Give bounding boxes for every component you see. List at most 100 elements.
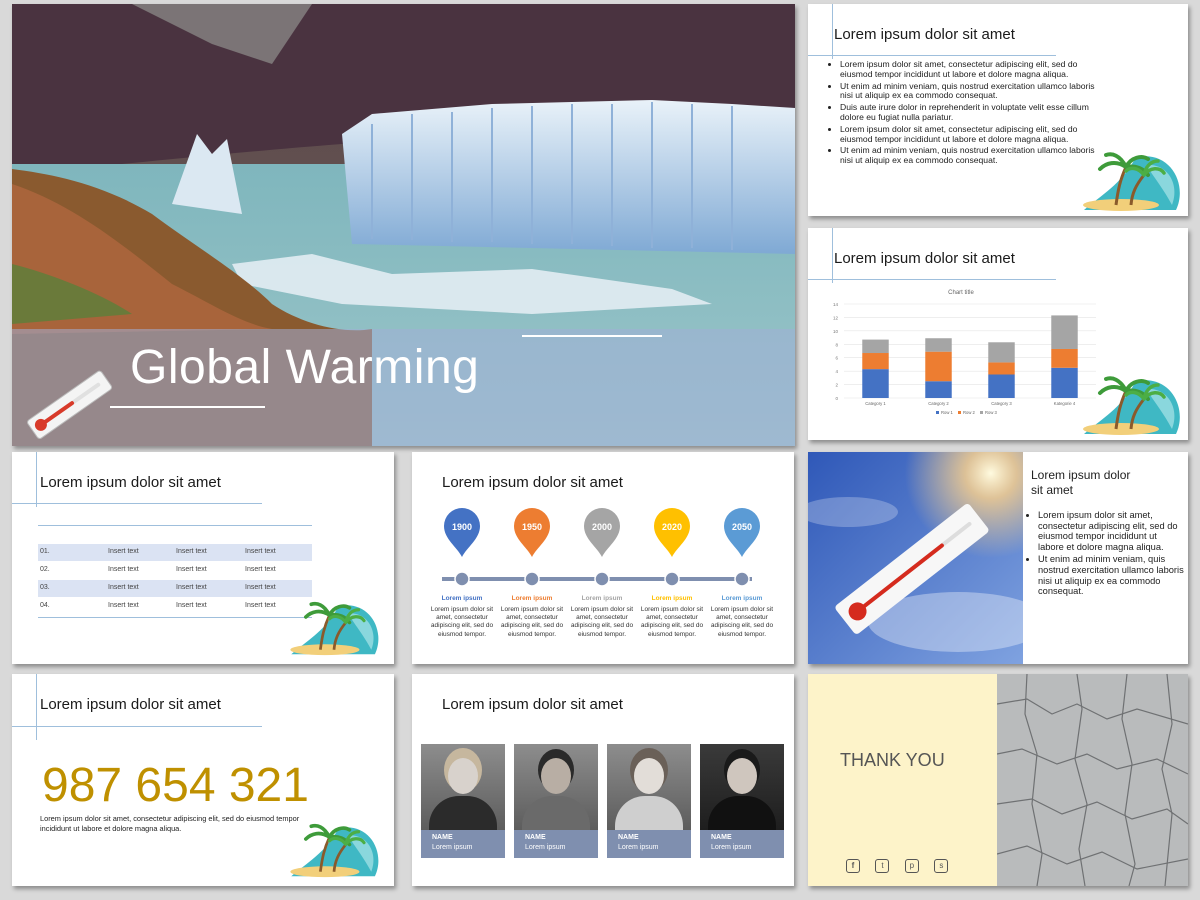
palm-island-icon	[1076, 369, 1186, 439]
legend-swatch	[936, 411, 939, 414]
member-role: Lorem ipsum	[525, 844, 566, 851]
slide-thermometer[interactable]: Lorem ipsum dolor sit amet Lorem ipsum d…	[808, 452, 1188, 664]
slide-heading: Lorem ipsum dolor sit amet	[442, 696, 623, 713]
table-bottom-rule	[38, 617, 312, 618]
bullet-item: Ut enim ad minim veniam, quis nostrud ex…	[1038, 554, 1184, 596]
skype-icon[interactable]: s	[934, 859, 949, 873]
row-number: 01.	[40, 548, 50, 555]
accent-line-vertical	[832, 4, 833, 59]
slide-title-global-warming[interactable]: Global Warming	[12, 4, 795, 446]
accent-line-horizontal	[808, 55, 1056, 56]
y-tick-label: 8	[835, 342, 838, 347]
social-icons: f t p s	[846, 855, 949, 873]
timeline-pin-1900: 1900	[444, 508, 480, 587]
cracked-earth-photo	[997, 674, 1188, 886]
table-cell: Insert text	[176, 566, 207, 573]
legend-label: Row 2	[963, 410, 976, 415]
slide-timeline[interactable]: Lorem ipsum dolor sit amet 1900 1950 200…	[412, 452, 794, 664]
palm-island-icon	[1076, 145, 1186, 215]
highlight-number: 987 654 321	[42, 759, 309, 812]
member-photo	[700, 744, 784, 830]
bullet-item: Ut enim ad minim veniam, quis nostrud ex…	[840, 146, 1102, 166]
table-cell: Insert text	[108, 548, 139, 555]
bar-segment	[1051, 367, 1078, 398]
team-member-card: NAME Lorem ipsum	[514, 744, 598, 858]
accent-line-horizontal	[12, 726, 262, 727]
pin-year: 1950	[522, 522, 542, 532]
palm-island-icon	[284, 816, 384, 882]
title-accent-line-bottom	[110, 406, 265, 408]
table-cell: Insert text	[245, 602, 276, 609]
accent-line-vertical	[36, 674, 37, 740]
table-cell: Insert text	[108, 566, 139, 573]
bullet-item: Lorem ipsum dolor sit amet, consectetur …	[840, 124, 1102, 145]
member-role: Lorem ipsum	[618, 844, 659, 851]
thermometer-sky-photo	[808, 452, 1023, 664]
timeline-pin-2050: 2050	[724, 508, 760, 587]
bar-segment	[988, 342, 1015, 363]
y-tick-label: 0	[835, 396, 838, 401]
table-row: 04. Insert text Insert text Insert text	[38, 598, 312, 615]
accent-line-vertical	[36, 452, 37, 507]
x-tick-label: Category 3	[991, 401, 1012, 406]
thermometer-icon	[27, 370, 113, 439]
stacked-bar-chart: Chart title 0 2 4 6 8 10 12 14 Category 1 Categor…	[833, 290, 1096, 415]
slide-team[interactable]: Lorem ipsum dolor sit amet NAME Lorem ips…	[412, 674, 794, 886]
timeline-text: Lorem ipsum dolor sit amet, consectetur …	[570, 606, 634, 638]
member-name: NAME	[711, 834, 732, 841]
twitter-icon[interactable]: t	[875, 859, 890, 873]
slide-heading: Lorem ipsum dolor sit amet	[40, 696, 221, 713]
y-tick-label: 14	[833, 302, 839, 307]
bar-segment	[988, 362, 1015, 375]
timeline-heading: Lorem ipsum	[441, 595, 483, 602]
timeline-text: Lorem ipsum dolor sit amet, consectetur …	[710, 606, 774, 638]
x-tick-label: Category 2	[928, 401, 949, 406]
pin-year: 2020	[662, 522, 682, 532]
pinterest-icon[interactable]: p	[904, 859, 919, 873]
member-role: Lorem ipsum	[711, 844, 752, 851]
presentation-title: Global Warming	[130, 341, 480, 394]
member-photo	[514, 744, 598, 830]
bullet-item: Lorem ipsum dolor sit amet, consectetur …	[1038, 510, 1184, 552]
pin-year: 2050	[732, 522, 752, 532]
bullet-item: Lorem ipsum dolor sit amet, consectetur …	[840, 59, 1102, 80]
palm-island-icon	[284, 594, 384, 660]
accent-line-horizontal	[12, 503, 262, 504]
bar-segment	[925, 338, 952, 352]
bullet-list: Lorem ipsum dolor sit amet, consectetur …	[828, 59, 1102, 168]
chart-title: Chart title	[948, 290, 974, 296]
slide-big-number[interactable]: Lorem ipsum dolor sit amet 987 654 321 L…	[12, 674, 394, 886]
slide-heading: Lorem ipsum dolor sit amet	[442, 474, 623, 491]
bar-segment	[862, 339, 889, 354]
table-cell: Insert text	[176, 584, 207, 591]
bar-segment	[988, 374, 1015, 398]
legend-swatch	[958, 411, 961, 414]
timeline-pin-2000: 2000	[584, 508, 620, 587]
pin-year: 2000	[592, 522, 612, 532]
table-row: 01. Insert text Insert text Insert text	[38, 544, 312, 561]
slide-heading: Lorem ipsum dolor sit amet	[834, 250, 1015, 267]
slide-chart[interactable]: Lorem ipsum dolor sit amet Chart title 0…	[808, 228, 1188, 440]
accent-line-vertical	[832, 228, 833, 283]
facebook-icon[interactable]: f	[846, 859, 860, 873]
member-name: NAME	[432, 834, 453, 841]
bar-segment	[1051, 348, 1078, 368]
slide-heading: Lorem ipsum dolor sit amet	[40, 474, 221, 491]
y-tick-label: 10	[833, 329, 839, 334]
timeline-text: Lorem ipsum dolor sit amet, consectetur …	[640, 606, 704, 638]
legend-label: Row 1	[941, 410, 954, 415]
table-cell: Insert text	[245, 584, 276, 591]
slide-table[interactable]: Lorem ipsum dolor sit amet 01. Insert te…	[12, 452, 394, 664]
bar-segment	[925, 351, 952, 382]
slide-bullets[interactable]: Lorem ipsum dolor sit amet Lorem ipsum d…	[808, 4, 1188, 216]
body-text: Lorem ipsum dolor sit amet, consectetur …	[40, 814, 300, 833]
table-row: 03. Insert text Insert text Insert text	[38, 580, 312, 597]
member-name: NAME	[525, 834, 546, 841]
slide-thank-you[interactable]: THANK YOU f t p s	[808, 674, 1188, 886]
timeline-heading: Lorem ipsum	[511, 595, 553, 602]
x-tick-label: Category 1	[865, 401, 886, 406]
table-cell: Insert text	[245, 566, 276, 573]
pin-year: 1900	[452, 522, 472, 532]
bar-segment	[925, 381, 952, 398]
bar-segment	[862, 369, 889, 398]
